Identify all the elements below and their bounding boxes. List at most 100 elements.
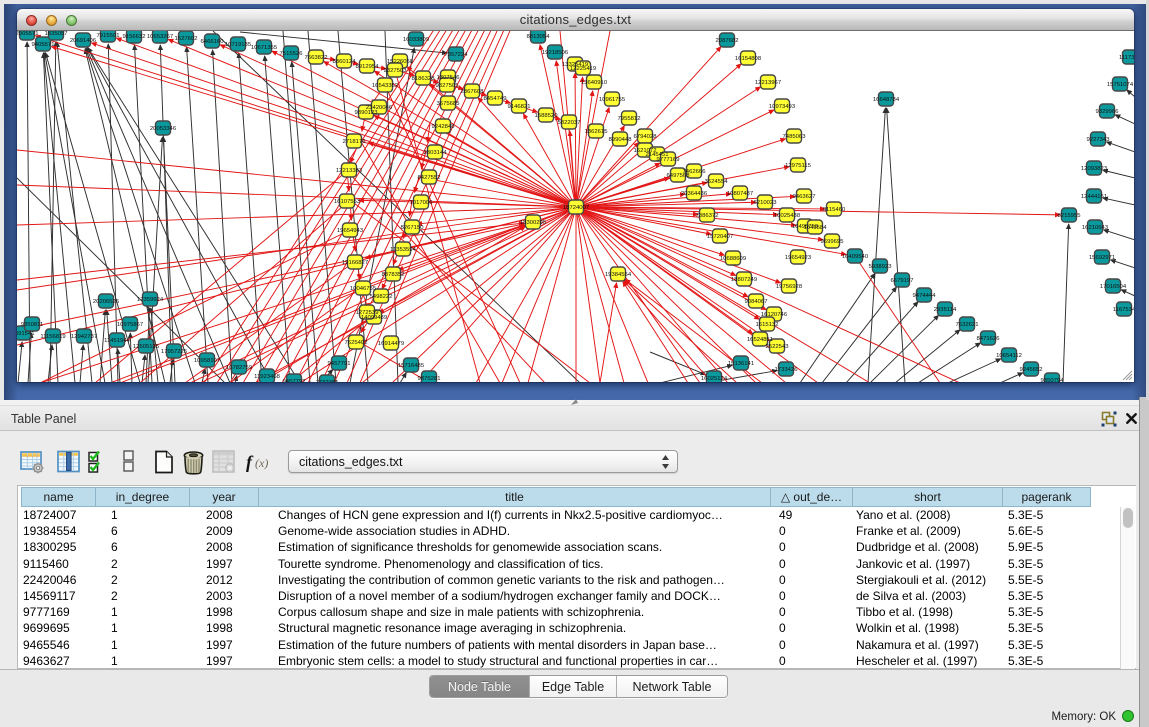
black-edge[interactable] <box>1127 90 1134 97</box>
red-edge[interactable] <box>576 207 1060 215</box>
red-edge[interactable] <box>476 207 576 382</box>
table-row[interactable]: 969969511998Structural magnetic resonanc… <box>21 620 1091 636</box>
column-header-short[interactable]: short <box>853 487 1003 507</box>
node-label: 1649584 <box>804 225 828 231</box>
table-scrollbar-thumb[interactable] <box>1123 508 1133 528</box>
black-edge[interactable] <box>134 45 152 382</box>
table-body: 1872400712008Changes of HCN gene express… <box>21 507 1091 669</box>
node-label: 9242848 <box>432 124 456 130</box>
function-fx-icon[interactable]: f (x) <box>246 453 276 472</box>
black-edge[interactable] <box>918 343 980 382</box>
red-edge[interactable] <box>623 282 688 382</box>
red-edge[interactable] <box>575 73 576 207</box>
node-label: 9474444 <box>913 293 937 299</box>
cell-year: 1997 <box>206 653 274 669</box>
black-edge[interactable] <box>1106 142 1134 152</box>
table-settings-icon[interactable] <box>20 450 45 474</box>
black-edge[interactable] <box>1103 170 1134 178</box>
black-edge[interactable] <box>800 273 875 382</box>
cell-pagerank: 5.3E-5 <box>1008 604 1085 620</box>
network-window-titlebar[interactable]: citations_edges.txt <box>17 9 1134 31</box>
memory-status-label: Memory: OK <box>1051 711 1116 723</box>
tab-node-table[interactable]: Node Table <box>430 676 530 697</box>
close-panel-icon[interactable] <box>1124 411 1139 426</box>
cell-out_degree: 0 <box>779 653 852 669</box>
column-select-icon[interactable] <box>57 450 80 473</box>
red-edge[interactable] <box>576 207 600 382</box>
delete-trash-icon[interactable] <box>182 450 205 475</box>
node-label: 8267150 <box>401 225 425 231</box>
black-edge[interactable] <box>160 45 172 382</box>
cell-title: Tourette syndrome. Phenomenology and cla… <box>278 556 775 572</box>
black-edge[interactable] <box>948 359 1001 382</box>
table-row[interactable]: 911546021997Tourette syndrome. Phenomeno… <box>21 556 1091 572</box>
black-edge[interactable] <box>1121 290 1134 296</box>
column-header-title[interactable]: title <box>259 487 771 507</box>
cell-name: 9463627 <box>23 653 107 669</box>
node-label: 17957225 <box>161 349 188 355</box>
network-table-select[interactable]: citations_edges.txt <box>288 450 678 473</box>
red-edge[interactable] <box>576 207 624 382</box>
black-edge[interactable] <box>308 31 336 382</box>
black-edge[interactable] <box>18 342 22 382</box>
network-graph: 2005571940557118350572069140679155019156… <box>17 31 1134 382</box>
cell-out_degree: 0 <box>779 556 852 572</box>
node-label: 10671355 <box>251 45 278 51</box>
new-document-icon[interactable] <box>153 450 175 474</box>
delete-table-icon[interactable] <box>212 450 235 473</box>
table-row[interactable]: 946554611997Estimation of the future num… <box>21 637 1091 653</box>
black-edge[interactable] <box>86 49 195 382</box>
black-edge[interactable] <box>650 352 706 375</box>
black-edge[interactable] <box>887 108 905 382</box>
cell-short: Stergiakouli et al. (2012) <box>856 572 1004 588</box>
column-header-pagerank[interactable]: pagerank <box>1003 487 1091 507</box>
black-edge[interactable] <box>1115 115 1134 124</box>
red-edge[interactable] <box>556 61 576 207</box>
network-canvas[interactable]: 2005571940557118350572069140679155019156… <box>17 31 1134 382</box>
column-header-name[interactable]: name <box>21 487 96 507</box>
black-edge[interactable] <box>846 302 918 382</box>
column-header-out_de[interactable]: △ out_de… <box>771 487 853 507</box>
table-row[interactable]: 1938455462009Genome‑wide association stu… <box>21 523 1091 539</box>
table-row[interactable]: 1456911722003Disruption of a novel membe… <box>21 588 1091 604</box>
memory-status-indicator <box>1122 710 1134 722</box>
black-edge[interactable] <box>1104 230 1134 240</box>
table-row[interactable]: 2242004622012Investigating the contribut… <box>21 572 1091 588</box>
table-row[interactable]: 977716911998Corpus callosum shape and si… <box>21 604 1091 620</box>
node-label: 7955812 <box>618 116 641 122</box>
red-edge[interactable] <box>600 283 617 382</box>
cell-in_degree: 6 <box>111 539 202 555</box>
column-header-in_degree[interactable]: in_degree <box>96 487 190 507</box>
cell-name: 9699695 <box>23 620 107 636</box>
node-label: 8186328 <box>412 76 436 82</box>
node-label: 19218506 <box>542 50 569 56</box>
node-label: 20691406 <box>70 38 97 44</box>
cell-year: 2012 <box>206 572 274 588</box>
node-label: 15136141 <box>728 361 754 367</box>
black-edge[interactable] <box>1103 198 1134 205</box>
table-row[interactable]: 1872400712008Changes of HCN gene express… <box>21 507 1091 523</box>
black-edge[interactable] <box>1000 373 1023 382</box>
tab-edge-table[interactable]: Edge Table <box>530 676 617 697</box>
combo-stepper-icon <box>661 454 670 470</box>
float-window-icon[interactable] <box>1101 411 1117 427</box>
table-row[interactable]: 946362711997Embryonic stem cells: a mode… <box>21 653 1091 669</box>
cell-short: Wolkin et al. (1998) <box>856 620 1004 636</box>
row-select-icon[interactable] <box>88 450 106 474</box>
table-row[interactable]: 1830029562008Estimation of significance … <box>21 539 1091 555</box>
node-label: 17016504 <box>1100 284 1127 290</box>
black-edge[interactable] <box>142 355 145 382</box>
red-edge[interactable] <box>576 207 960 382</box>
column-header-year[interactable]: year <box>190 487 259 507</box>
black-edge[interactable] <box>1063 224 1069 382</box>
black-edge[interactable] <box>213 50 232 382</box>
red-edge[interactable] <box>17 223 524 280</box>
rows-icon[interactable] <box>123 450 134 472</box>
resize-grip-icon[interactable] <box>1121 369 1133 381</box>
table-scrollbar[interactable] <box>1120 507 1135 669</box>
red-edge[interactable] <box>374 116 576 207</box>
cell-year: 1998 <box>206 620 274 636</box>
cell-in_degree: 1 <box>111 604 202 620</box>
cell-out_degree: 0 <box>779 523 852 539</box>
tab-network-table[interactable]: Network Table <box>617 676 727 697</box>
